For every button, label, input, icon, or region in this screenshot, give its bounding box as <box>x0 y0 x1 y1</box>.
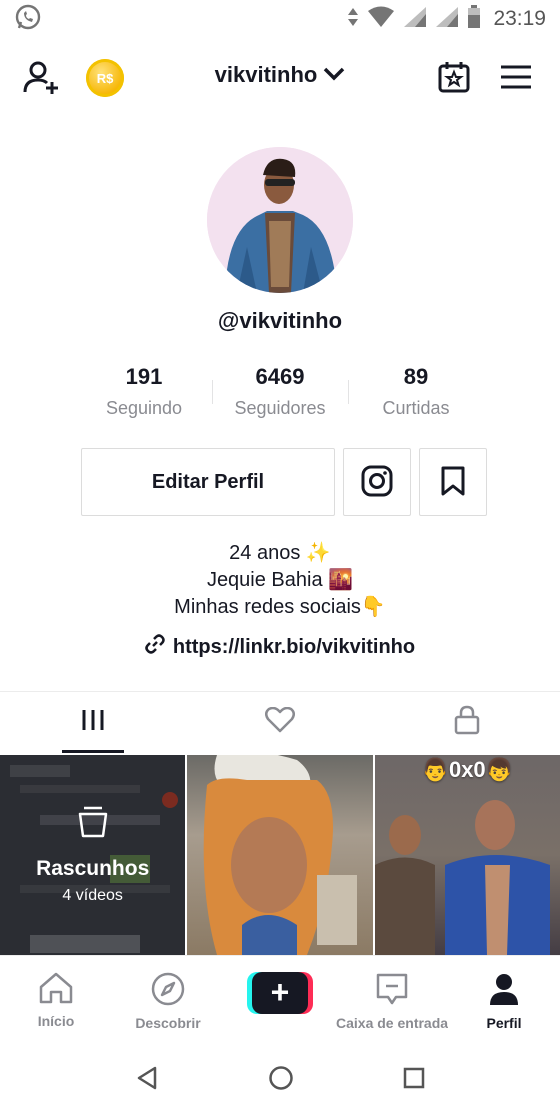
content-tabs <box>0 691 560 753</box>
stat-value: 191 <box>125 364 163 389</box>
link-icon <box>145 634 165 660</box>
chevron-down-icon <box>323 62 345 88</box>
tab-liked[interactable] <box>187 692 374 753</box>
tab-videos[interactable] <box>0 692 187 753</box>
stat-following[interactable]: 191 Seguindo <box>76 362 212 422</box>
whatsapp-icon <box>14 3 42 36</box>
stat-value: 6469 <box>255 364 305 389</box>
stat-divider <box>212 380 213 404</box>
stat-value: 89 <box>403 364 429 389</box>
coin-label: R$ <box>96 70 114 86</box>
battery-icon <box>467 4 481 34</box>
lock-icon <box>454 705 480 740</box>
video-grid: Rascunhos 4 vídeos 👨0x0👦 <box>0 755 560 955</box>
profile-header: R$ vikvitinho <box>0 50 560 106</box>
heart-icon <box>265 706 295 738</box>
bookmark-icon <box>440 466 466 499</box>
wifi-icon <box>367 6 395 33</box>
video-thumbnail[interactable] <box>187 755 373 955</box>
nav-label: Perfil <box>486 1015 522 1031</box>
drafts-count: 4 vídeos <box>62 886 123 904</box>
plus-icon: + <box>247 972 313 1014</box>
nav-label: Caixa de entrada <box>336 1015 448 1031</box>
inbox-icon <box>375 972 409 1011</box>
account-switcher[interactable]: vikvitinho <box>215 62 346 88</box>
stat-label: Seguindo <box>105 398 183 418</box>
add-user-icon[interactable] <box>22 58 62 98</box>
instagram-icon <box>361 465 393 500</box>
grid-icon <box>81 708 105 737</box>
avatar[interactable] <box>207 147 353 293</box>
nav-home[interactable]: Início <box>0 956 112 1037</box>
video-thumbnail[interactable]: 👨0x0👦 <box>374 755 560 955</box>
profile-bio: 24 anos ✨ Jequie Bahia 🌇 Minhas redes so… <box>0 540 560 621</box>
stat-divider <box>348 380 349 404</box>
nav-inbox[interactable]: Caixa de entrada <box>336 956 448 1037</box>
data-arrows-icon <box>347 6 359 33</box>
profile-handle: @vikvitinho <box>217 308 343 333</box>
drafts-overlay: Rascunhos 4 vídeos <box>0 755 186 955</box>
instagram-button[interactable] <box>343 448 411 516</box>
header-username: vikvitinho <box>214 62 318 87</box>
nav-label: Descobrir <box>135 1015 201 1031</box>
favorites-button[interactable] <box>419 448 487 516</box>
tab-private[interactable] <box>373 692 560 753</box>
stat-label: Curtidas <box>382 398 450 418</box>
bio-link[interactable]: https://linkr.bio/vikvitinho <box>0 634 560 660</box>
back-icon[interactable] <box>135 1065 159 1096</box>
bottom-nav: Início Descobrir + Caixa de entrada Perf… <box>0 955 560 1037</box>
nav-label: Início <box>37 1013 75 1029</box>
menu-icon[interactable] <box>500 62 532 92</box>
signal-icon <box>403 6 427 33</box>
drafts-tile[interactable]: Rascunhos 4 vídeos <box>0 755 186 955</box>
calendar-icon[interactable] <box>437 60 471 94</box>
nav-create[interactable]: + <box>224 956 336 1037</box>
profile-stats: 191 Seguindo 6469 Seguidores 89 Curtidas <box>76 362 484 422</box>
status-bar: 23:19 <box>0 0 560 38</box>
bio-line: 24 anos ✨ <box>229 542 331 564</box>
signal-icon <box>435 6 459 33</box>
compass-icon <box>151 972 185 1011</box>
system-nav-bar <box>0 1040 560 1120</box>
nav-discover[interactable]: Descobrir <box>112 956 224 1037</box>
nav-profile[interactable]: Perfil <box>448 956 560 1037</box>
bio-link-text: https://linkr.bio/vikvitinho <box>172 635 416 658</box>
bio-line: Jequie Bahia 🌇 <box>206 569 354 591</box>
edit-profile-button[interactable]: Editar Perfil <box>81 448 335 516</box>
video-caption: 👨0x0👦 <box>421 757 514 782</box>
profile-icon <box>488 972 520 1011</box>
home-icon <box>38 972 74 1009</box>
recents-icon[interactable] <box>403 1067 425 1094</box>
drafts-title: Rascunhos <box>36 856 150 880</box>
drafts-icon <box>76 806 110 843</box>
coin-icon[interactable]: R$ <box>86 59 124 97</box>
bio-line: Minhas redes sociais👇 <box>174 596 386 618</box>
profile-actions: Editar Perfil <box>81 448 487 516</box>
status-time: 23:19 <box>493 7 546 30</box>
stat-label: Seguidores <box>234 398 326 418</box>
home-button-icon[interactable] <box>268 1065 294 1096</box>
stat-followers[interactable]: 6469 Seguidores <box>212 362 348 422</box>
stat-likes[interactable]: 89 Curtidas <box>348 362 484 422</box>
